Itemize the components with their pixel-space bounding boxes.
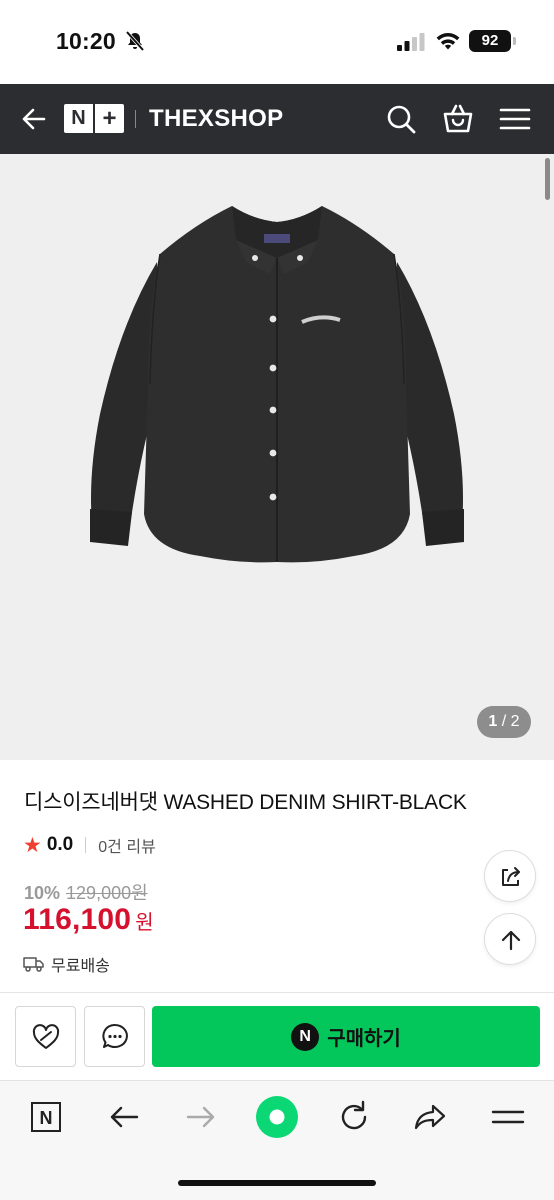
menu-icon[interactable] — [497, 101, 533, 137]
chat-button[interactable] — [84, 1006, 145, 1067]
browser-menu-icon[interactable] — [488, 1097, 528, 1137]
rating-value: 0.0 — [46, 834, 74, 855]
share-button[interactable] — [484, 850, 536, 902]
naver-plus-logo[interactable]: N + — [64, 104, 124, 133]
heart-link-icon — [32, 1024, 60, 1049]
status-bar: 10:20 92 — [0, 0, 554, 84]
buy-button[interactable]: N 구매하기 — [152, 1006, 540, 1067]
rating-divider — [85, 837, 87, 853]
buy-label: 구매하기 — [327, 1028, 401, 1050]
product-image-carousel[interactable] — [0, 154, 554, 760]
star-icon: ★ — [23, 833, 42, 857]
green-dot-icon[interactable] — [255, 1095, 299, 1139]
browser-back-icon[interactable] — [104, 1097, 144, 1137]
browser-forward-icon[interactable] — [181, 1097, 221, 1137]
status-time: 10:20 — [56, 28, 116, 54]
discount-row: 10% 129,000원 — [24, 879, 148, 905]
battery-nub — [513, 37, 516, 45]
shopping-bag-icon[interactable] — [440, 101, 476, 137]
arrow-up-icon — [501, 930, 521, 951]
review-count[interactable]: 0건 리뷰 — [98, 833, 156, 857]
chat-icon — [102, 1024, 128, 1048]
product-title: 디스이즈네버댓 WASHED DENIM SHIRT-BLACK — [24, 791, 467, 814]
original-price: 129,000원 — [66, 883, 148, 903]
sale-price: 116,100 — [23, 903, 132, 936]
discount-rate: 10% — [24, 883, 61, 903]
back-arrow-icon[interactable] — [16, 101, 52, 137]
header-divider — [135, 110, 136, 128]
home-indicator[interactable] — [178, 1180, 376, 1186]
page-scroll-indicator[interactable] — [545, 158, 550, 200]
shop-name[interactable]: THEXSHOP — [149, 105, 283, 133]
image-pager: 1 / 2 — [477, 706, 531, 738]
top-header: N + THEXSHOP — [0, 84, 554, 154]
truck-icon — [23, 957, 44, 972]
refresh-icon[interactable] — [334, 1097, 374, 1137]
naver-home-icon[interactable]: N — [26, 1097, 66, 1137]
bell-muted-icon — [125, 30, 145, 52]
rating-row[interactable]: ★ 0.0 0건 리뷰 — [23, 832, 156, 858]
search-icon[interactable] — [383, 101, 419, 137]
shipping-label: 무료배송 — [51, 958, 110, 975]
browser-share-icon[interactable] — [411, 1097, 451, 1137]
share-icon — [502, 867, 520, 886]
signal-icon — [397, 33, 425, 51]
toolbar-n-label: N — [40, 1108, 53, 1128]
pager-total: / 2 — [497, 713, 520, 730]
scroll-top-button[interactable] — [484, 913, 536, 965]
wifi-icon — [436, 33, 460, 50]
shipping-row: 무료배송 — [23, 952, 110, 976]
section-divider — [0, 992, 554, 993]
logo-n: N — [64, 104, 93, 133]
price-row: 116,100 원 — [23, 903, 154, 937]
logo-plus: + — [95, 104, 124, 133]
denim-shirt-image — [90, 206, 464, 563]
battery-indicator: 92 — [469, 30, 511, 52]
pager-current: 1 — [488, 713, 498, 730]
naver-pay-badge: N — [291, 1022, 320, 1051]
wishlist-button[interactable] — [15, 1006, 76, 1067]
price-currency: 원 — [135, 912, 154, 934]
